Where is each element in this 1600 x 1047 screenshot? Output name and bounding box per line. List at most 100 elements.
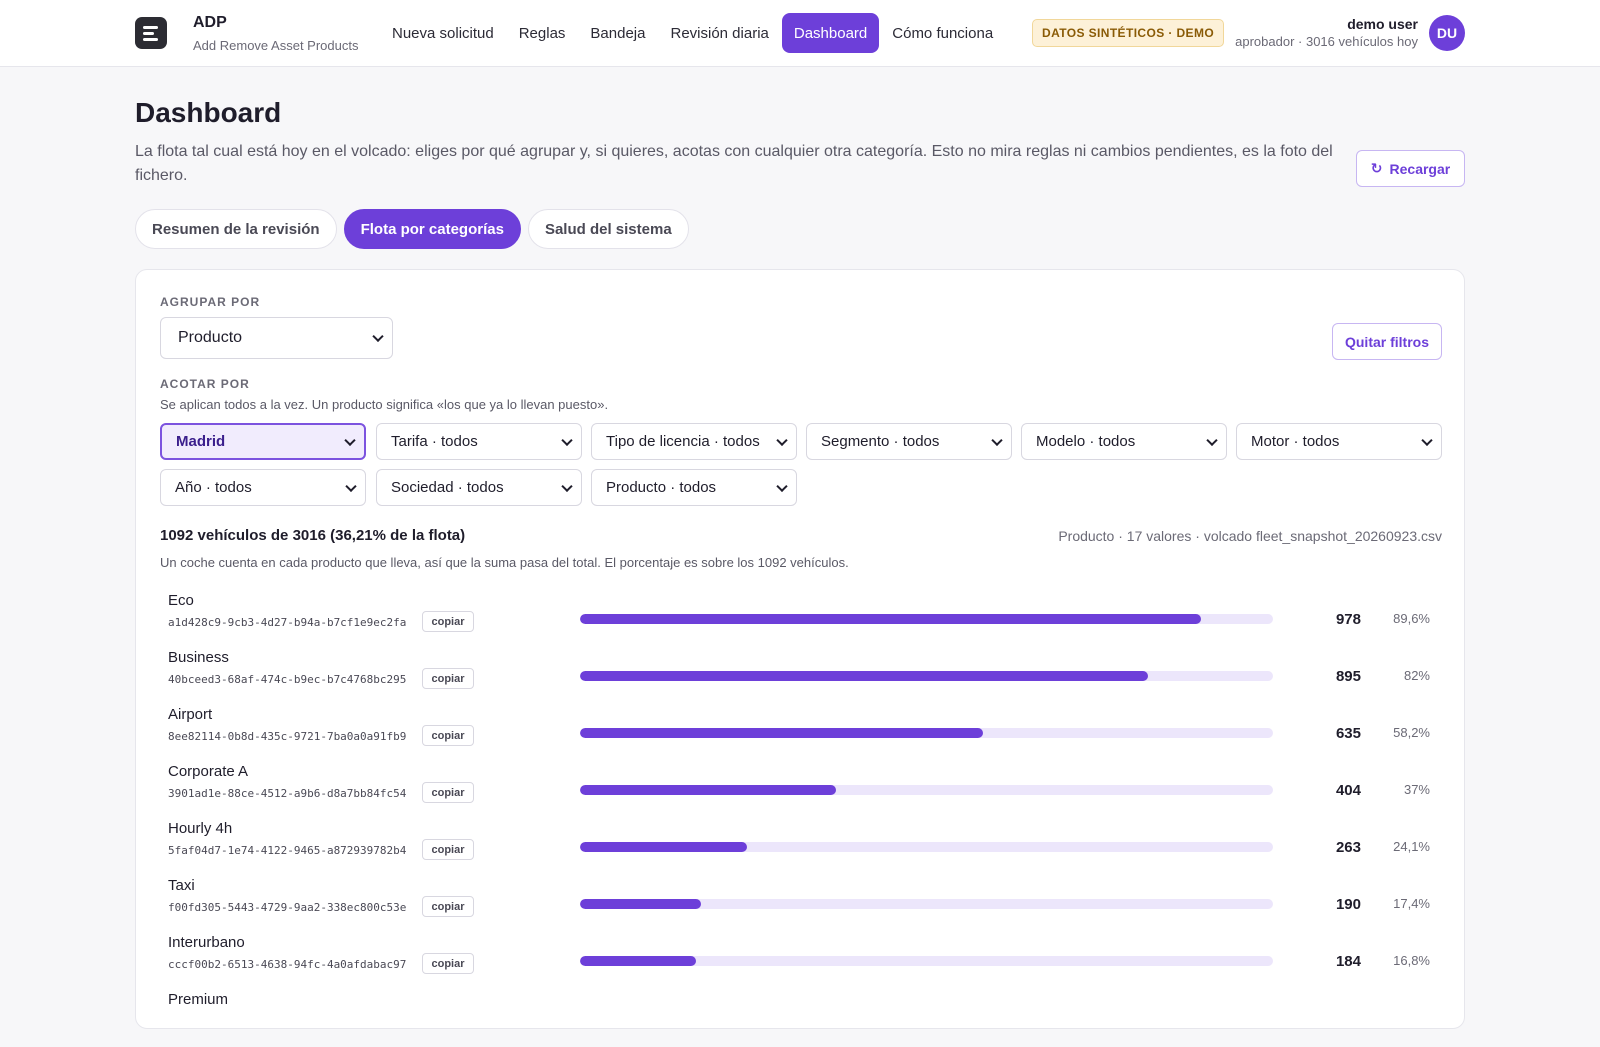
app-subtitle: Add Remove Asset Products — [193, 38, 359, 53]
chevron-down-icon — [776, 480, 788, 492]
copy-button[interactable]: copiar — [422, 839, 474, 860]
filters-hint: Se aplican todos a la vez. Un producto s… — [160, 397, 609, 412]
chevron-down-icon — [561, 434, 573, 446]
reload-label: Recargar — [1389, 160, 1451, 177]
product-uuid: 40bceed3-68af-474c-b9ec-b7c4768bc295 — [168, 673, 407, 686]
product-count: 184 — [1335, 953, 1361, 970]
product-name: Airport — [168, 706, 213, 723]
refresh-icon: ↻ — [1370, 160, 1383, 176]
filter-motor-select[interactable]: Motor · todos — [1236, 423, 1442, 460]
list-item: Hourly 4h 5faf04d7-1e74-4122-9465-a87293… — [168, 820, 1438, 876]
product-uuid: a1d428c9-9cb3-4d27-b94a-b7cf1e9ec2fa — [168, 616, 407, 629]
product-uuid: 5faf04d7-1e74-4122-9465-a872939782b4 — [168, 844, 407, 857]
filter-segmento-select[interactable]: Segmento · todos — [806, 423, 1012, 460]
tab-flota-categorias[interactable]: Flota por categorías — [343, 209, 521, 249]
product-uuid: cccf00b2-6513-4638-94fc-4a0afdabac97 — [168, 958, 407, 971]
user-role: aprobador · 3016 vehículos hoy — [1235, 34, 1418, 49]
progress-bar — [580, 785, 1273, 795]
progress-bar — [580, 671, 1273, 681]
filter-producto-select[interactable]: Producto · todos — [591, 469, 797, 506]
copy-button[interactable]: copiar — [422, 725, 474, 746]
dashboard-tabs: Resumen de la revisión Flota por categor… — [135, 209, 689, 249]
demo-badge: DATOS SINTÉTICOS · DEMO — [1032, 19, 1225, 47]
group-by-label: AGRUPAR POR — [160, 295, 261, 309]
top-bar: ADP Add Remove Asset Products Nueva soli… — [0, 0, 1600, 67]
product-name: Taxi — [168, 877, 195, 894]
progress-bar — [580, 842, 1273, 852]
progress-fill — [580, 899, 701, 909]
reload-button[interactable]: ↻ Recargar — [1356, 150, 1465, 187]
app-title: ADP — [193, 14, 227, 31]
main-nav: Nueva solicitud Reglas Bandeja Revisión … — [380, 13, 1006, 53]
progress-fill — [580, 728, 984, 738]
product-name: Interurbano — [168, 934, 245, 951]
chevron-down-icon — [345, 480, 357, 492]
nav-revision-diaria[interactable]: Revisión diaria — [658, 13, 780, 53]
list-item: Premium — [168, 991, 1438, 1047]
filter-tarifa-select[interactable]: Tarifa · todos — [376, 423, 582, 460]
product-count: 895 — [1335, 668, 1361, 685]
chevron-down-icon — [991, 434, 1003, 446]
group-by-value: Producto — [178, 329, 243, 346]
page-title: Dashboard — [135, 97, 282, 128]
product-name: Eco — [168, 592, 194, 609]
copy-button[interactable]: copiar — [422, 668, 474, 689]
product-percentage: 16,8% — [1393, 953, 1430, 968]
list-item: Business 40bceed3-68af-474c-b9ec-b7c4768… — [168, 649, 1438, 705]
filters-label: ACOTAR POR — [160, 377, 250, 391]
progress-fill — [580, 785, 837, 795]
progress-fill — [580, 614, 1201, 624]
filter-value: Motor · todos — [1251, 433, 1340, 450]
list-item: Eco a1d428c9-9cb3-4d27-b94a-b7cf1e9ec2fa… — [168, 592, 1438, 648]
list-item: Taxi f00fd305-5443-4729-9aa2-338ec800c53… — [168, 877, 1438, 933]
nav-dashboard[interactable]: Dashboard — [781, 13, 880, 53]
progress-bar — [580, 956, 1273, 966]
fleet-card: AGRUPAR POR Producto Quitar filtros ACOT… — [135, 269, 1465, 1029]
filter-modelo-select[interactable]: Modelo · todos — [1021, 423, 1227, 460]
chevron-down-icon — [1206, 434, 1218, 446]
copy-button[interactable]: copiar — [422, 611, 474, 632]
tab-salud-sistema[interactable]: Salud del sistema — [527, 209, 689, 249]
nav-nueva-solicitud[interactable]: Nueva solicitud — [380, 13, 506, 53]
group-by-select[interactable]: Producto — [160, 317, 393, 359]
nav-bandeja[interactable]: Bandeja — [578, 13, 657, 53]
list-item: Corporate A 3901ad1e-88ce-4512-a9b6-d8a7… — [168, 763, 1438, 819]
progress-fill — [580, 956, 697, 966]
product-count: 978 — [1335, 611, 1361, 628]
filter-licencia-select[interactable]: Tipo de licencia · todos — [591, 423, 797, 460]
product-uuid: 8ee82114-0b8d-435c-9721-7ba0a0a91fb9 — [168, 730, 407, 743]
filter-value: Segmento · todos — [821, 433, 940, 450]
filter-value: Producto · todos — [606, 479, 717, 496]
list-item: Interurbano cccf00b2-6513-4638-94fc-4a0a… — [168, 934, 1438, 990]
progress-fill — [580, 671, 1149, 681]
tab-resumen-revision[interactable]: Resumen de la revisión — [135, 209, 337, 249]
filter-value: Tarifa · todos — [391, 433, 478, 450]
user-name: demo user — [1347, 16, 1418, 32]
nav-como-funciona[interactable]: Cómo funciona — [880, 13, 1005, 53]
filter-location-select[interactable]: Madrid — [160, 423, 366, 460]
product-percentage: 37% — [1403, 782, 1430, 797]
chevron-down-icon — [776, 434, 788, 446]
summary-meta: Producto · 17 valores · volcado fleet_sn… — [1058, 528, 1442, 544]
filter-anio-select[interactable]: Año · todos — [160, 469, 366, 506]
filter-sociedad-select[interactable]: Sociedad · todos — [376, 469, 582, 506]
product-uuid: f00fd305-5443-4729-9aa2-338ec800c53e — [168, 901, 407, 914]
chevron-down-icon — [372, 330, 384, 343]
progress-bar — [580, 899, 1273, 909]
copy-button[interactable]: copiar — [422, 782, 474, 803]
product-percentage: 89,6% — [1393, 611, 1430, 626]
copy-button[interactable]: copiar — [422, 896, 474, 917]
product-name: Hourly 4h — [168, 820, 233, 837]
avatar[interactable]: DU — [1429, 15, 1465, 51]
product-percentage: 24,1% — [1393, 839, 1430, 854]
chevron-down-icon — [1421, 434, 1433, 446]
page-description: La flota tal cual está hoy en el volcado… — [135, 143, 1333, 184]
copy-button[interactable]: copiar — [422, 953, 474, 974]
app-logo-icon[interactable] — [135, 17, 167, 49]
clear-filters-button[interactable]: Quitar filtros — [1332, 323, 1442, 360]
product-percentage: 17,4% — [1393, 896, 1430, 911]
nav-reglas[interactable]: Reglas — [507, 13, 578, 53]
product-count: 190 — [1335, 896, 1361, 913]
product-name: Corporate A — [168, 763, 249, 780]
product-percentage: 58,2% — [1393, 725, 1430, 740]
